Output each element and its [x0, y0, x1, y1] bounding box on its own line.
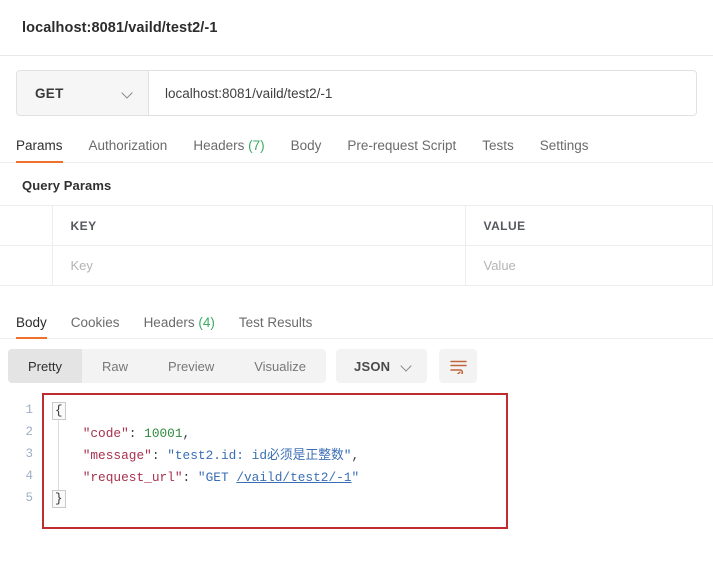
response-tab-test-results[interactable]: Test Results [239, 315, 313, 338]
url-input[interactable]: localhost:8081/vaild/test2/-1 [149, 71, 696, 115]
tab-settings[interactable]: Settings [540, 138, 589, 162]
request-title-bar: localhost:8081/vaild/test2/-1 [0, 0, 713, 56]
json-value-string-suffix: " [351, 470, 360, 485]
response-format-selector[interactable]: JSON [336, 349, 428, 383]
view-mode-group: Pretty Raw Preview Visualize [8, 349, 327, 383]
tab-authorization-label: Authorization [88, 138, 168, 153]
response-body-code[interactable]: { "code": 10001, "message": "test2.id: i… [44, 401, 506, 511]
tab-pre-request-script[interactable]: Pre-request Script [347, 138, 456, 162]
response-tabs: Body Cookies Headers (4) Test Results [0, 286, 713, 339]
response-format-label: JSON [354, 358, 391, 374]
table-header-row: KEY VALUE [0, 205, 713, 246]
url-bar: GET localhost:8081/vaild/test2/-1 [16, 70, 697, 116]
json-comma: , [351, 448, 360, 463]
json-key: "code" [82, 426, 129, 441]
response-tab-cookies-label: Cookies [70, 315, 120, 330]
code-fold-rail [58, 417, 59, 495]
line-number: 5 [25, 491, 33, 505]
view-mode-pretty-label: Pretty [28, 358, 62, 374]
chevron-down-icon [123, 88, 134, 99]
view-mode-pretty[interactable]: Pretty [8, 349, 82, 383]
http-method-label: GET [35, 85, 64, 101]
line-number: 4 [25, 469, 33, 483]
response-tab-body[interactable]: Body [16, 315, 47, 339]
line-number: 1 [25, 403, 33, 417]
column-header-key: KEY [52, 205, 466, 246]
line-number: 3 [25, 447, 33, 461]
view-mode-preview[interactable]: Preview [148, 349, 234, 383]
tab-body[interactable]: Body [291, 138, 322, 162]
tab-settings-label: Settings [539, 138, 589, 153]
select-all-checkbox-cell[interactable] [0, 205, 53, 246]
response-body-highlight-box: { "code": 10001, "message": "test2.id: i… [42, 393, 508, 529]
chevron-down-icon [402, 361, 413, 372]
column-header-value: VALUE [465, 205, 713, 246]
json-colon: : [182, 470, 198, 485]
word-wrap-icon [449, 360, 467, 374]
response-tab-cookies[interactable]: Cookies [71, 315, 120, 338]
json-value-string-prefix: "GET [197, 470, 237, 485]
view-mode-raw[interactable]: Raw [82, 349, 148, 383]
http-method-selector[interactable]: GET [17, 71, 149, 115]
response-tab-headers-count: (4) [198, 315, 215, 330]
line-number-gutter: 1 2 3 4 5 [8, 393, 42, 529]
view-mode-raw-label: Raw [101, 358, 128, 374]
tab-body-label: Body [290, 138, 322, 153]
word-wrap-button[interactable] [439, 349, 478, 383]
row-checkbox-cell[interactable] [0, 245, 53, 286]
json-colon: : [128, 426, 145, 441]
request-tabs: Params Authorization Headers (7) Body Pr… [0, 126, 713, 163]
tab-pre-request-script-label: Pre-request Script [347, 138, 457, 153]
tab-params-label: Params [16, 138, 63, 153]
response-tab-headers[interactable]: Headers (4) [144, 315, 215, 338]
view-mode-visualize[interactable]: Visualize [234, 349, 326, 383]
response-body-viewer: 1 2 3 4 5 { "code": 10001, "message": "t… [0, 393, 713, 529]
query-params-title: Query Params [22, 178, 112, 193]
json-colon: : [151, 448, 168, 463]
json-close-brace[interactable]: } [52, 490, 66, 508]
tab-headers-count: (7) [248, 138, 265, 153]
response-tab-body-label: Body [16, 315, 47, 330]
tab-tests[interactable]: Tests [482, 138, 514, 162]
json-comma: , [182, 426, 191, 441]
tab-params[interactable]: Params [16, 138, 63, 163]
query-params-table: KEY VALUE Key Value [0, 205, 713, 286]
json-value-url-link[interactable]: /vaild/test2/-1 [236, 470, 351, 485]
json-key: "request_url" [82, 470, 183, 485]
response-tab-headers-label: Headers [143, 315, 195, 330]
page-title: localhost:8081/vaild/test2/-1 [22, 19, 218, 36]
view-mode-preview-label: Preview [167, 358, 215, 374]
json-value-number: 10001 [144, 426, 183, 441]
json-key: "message" [82, 448, 152, 463]
response-body-toolbar: Pretty Raw Preview Visualize JSON [0, 339, 713, 393]
param-key-input[interactable]: Key [52, 245, 466, 286]
tab-tests-label: Tests [482, 138, 514, 153]
table-row: Key Value [0, 245, 713, 286]
param-value-input[interactable]: Value [465, 245, 713, 286]
line-number: 2 [25, 425, 33, 439]
tab-headers-label: Headers [193, 138, 245, 153]
url-row: GET localhost:8081/vaild/test2/-1 [0, 56, 713, 128]
json-open-brace[interactable]: { [52, 402, 66, 420]
response-tab-test-results-label: Test Results [238, 315, 313, 330]
view-mode-visualize-label: Visualize [254, 358, 307, 374]
tab-authorization[interactable]: Authorization [89, 138, 168, 162]
json-value-string: "test2.id: id必须是正整数" [167, 448, 352, 463]
tab-headers[interactable]: Headers (7) [193, 138, 264, 162]
